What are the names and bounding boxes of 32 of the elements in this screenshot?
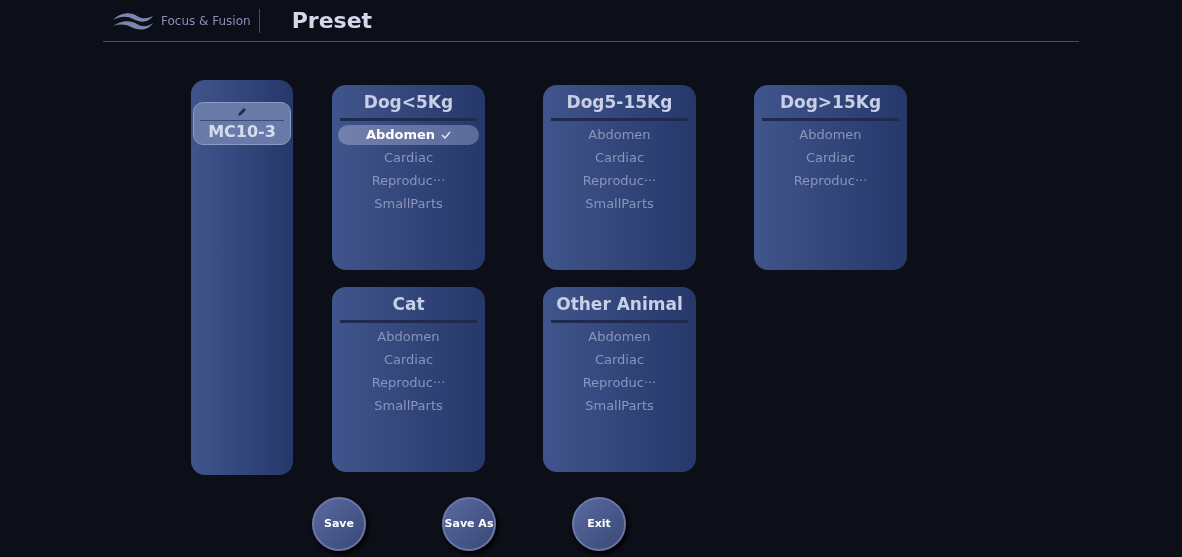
preset-item[interactable]: SmallParts — [549, 396, 690, 416]
round-button[interactable]: Save — [312, 497, 366, 551]
round-button[interactable]: Save As — [442, 497, 496, 551]
round-button[interactable]: Exit — [572, 497, 626, 551]
preset-item[interactable]: Abdomen — [338, 125, 479, 145]
preset-item[interactable]: Cardiac — [549, 148, 690, 168]
card-title: Other Animal — [556, 293, 683, 316]
preset-item[interactable]: Abdomen — [549, 327, 690, 347]
card-title: Cat — [392, 293, 425, 316]
brand-name: Focus & Fusion — [161, 8, 260, 33]
card-title: Dog>15Kg — [779, 91, 882, 114]
preset-item[interactable]: SmallParts — [549, 194, 690, 214]
preset-item[interactable]: SmallParts — [338, 396, 479, 416]
card-title: Dog5-15Kg — [566, 91, 673, 114]
page-title: Preset — [291, 7, 373, 35]
check-icon — [441, 131, 452, 139]
preset-item[interactable]: Reproduc··· — [760, 171, 901, 191]
probe-button[interactable]: MC10-3 — [193, 102, 291, 145]
preset-item[interactable]: SmallParts — [338, 194, 479, 214]
preset-item[interactable]: Cardiac — [760, 148, 901, 168]
card-title: Dog<5Kg — [363, 91, 454, 114]
pencil-icon — [236, 106, 248, 118]
preset-item[interactable]: Cardiac — [338, 148, 479, 168]
preset-item[interactable]: Abdomen — [338, 327, 479, 347]
preset-item[interactable]: Cardiac — [549, 350, 690, 370]
preset-item[interactable]: Reproduc··· — [338, 171, 479, 191]
preset-item[interactable]: Cardiac — [338, 350, 479, 370]
preset-item[interactable]: Reproduc··· — [338, 373, 479, 393]
preset-item[interactable]: Abdomen — [549, 125, 690, 145]
preset-item[interactable]: Abdomen — [760, 125, 901, 145]
preset-item[interactable]: Reproduc··· — [549, 373, 690, 393]
preset-item[interactable]: Reproduc··· — [549, 171, 690, 191]
